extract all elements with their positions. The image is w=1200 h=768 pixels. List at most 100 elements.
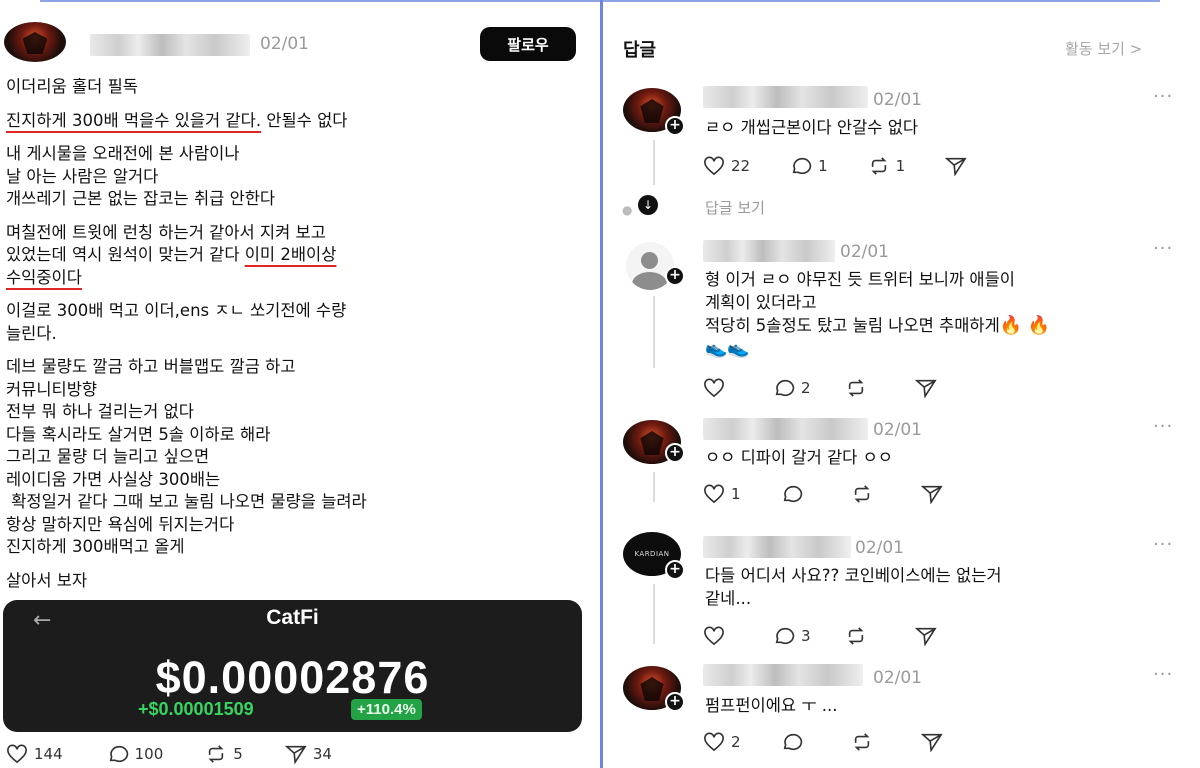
more-options-icon[interactable]: ··· bbox=[1153, 534, 1173, 555]
more-options-icon[interactable]: ··· bbox=[1153, 238, 1173, 259]
post-actions: 144 100 5 34 bbox=[6, 744, 332, 765]
reply-line: ㅇㅇ 디파이 갈거 같다 ㅇㅇ bbox=[705, 448, 893, 467]
comment-count: 100 bbox=[134, 745, 164, 763]
reply-author-blurred[interactable] bbox=[703, 536, 851, 558]
post-line: 있었는데 역시 원석이 맞는거 같다 이미 2배이상 bbox=[6, 244, 586, 267]
repost-button[interactable] bbox=[851, 732, 873, 752]
more-options-icon[interactable]: ··· bbox=[1153, 664, 1173, 685]
view-replies-link[interactable]: 답글 보기 bbox=[705, 197, 765, 218]
comment-button[interactable]: 3 bbox=[773, 626, 811, 646]
reply-date: 02/01 bbox=[873, 668, 922, 688]
like-button[interactable]: 144 bbox=[6, 744, 63, 764]
like-count: 144 bbox=[34, 745, 63, 763]
comment-count: 2 bbox=[801, 379, 811, 397]
share-button[interactable] bbox=[944, 156, 967, 177]
share-button[interactable] bbox=[914, 626, 937, 647]
comment-icon bbox=[790, 156, 812, 176]
main-post: 02/01 팔로우 이더리움 홀더 필독 진지하게 300배 먹을수 있을거 같… bbox=[0, 0, 600, 768]
post-line: 이더리움 홀더 필독 bbox=[6, 77, 138, 96]
follow-button[interactable]: 팔로우 bbox=[480, 27, 576, 61]
underlined-text: 수익중이다 bbox=[6, 267, 82, 287]
repost-button[interactable]: 5 bbox=[205, 744, 243, 764]
repost-icon bbox=[868, 156, 890, 176]
reply-line: 형 이거 ㄹㅇ 야무진 듯 트위터 보니까 애들이 bbox=[705, 270, 1015, 289]
like-button[interactable]: 1 bbox=[703, 484, 741, 504]
post-line: 전부 뭐 하나 걸리는거 없다 bbox=[6, 402, 194, 421]
heart-icon bbox=[703, 626, 725, 646]
follow-plus-icon[interactable]: + bbox=[665, 560, 685, 580]
share-button[interactable] bbox=[914, 378, 937, 399]
repost-icon bbox=[845, 626, 867, 646]
reply-date: 02/01 bbox=[840, 242, 889, 262]
post-line: 항상 말하지만 욕심에 뒤지는거다 bbox=[6, 514, 235, 534]
replies-panel: 답글 활동 보기 > + 02/01 ··· ㄹㅇ 개씹근본이다 안갈수 없다 … bbox=[603, 0, 1200, 768]
author-name-blurred[interactable] bbox=[90, 34, 250, 56]
reply-line: 펌프펀이에요 ㅜ ... bbox=[705, 696, 838, 715]
post-line: 이걸로 300배 먹고 이더,ens ㅈㄴ 쏘기전에 수량 bbox=[6, 301, 347, 320]
price-card-image[interactable]: ← CatFi $0.00002876 +$0.00001509 +110.4% bbox=[3, 600, 582, 732]
more-options-icon[interactable]: ··· bbox=[1153, 416, 1173, 437]
follow-plus-icon[interactable]: + bbox=[665, 116, 685, 136]
token-ticker: CatFi bbox=[266, 606, 319, 629]
reply-author-blurred[interactable] bbox=[703, 418, 868, 440]
follow-plus-icon[interactable]: + bbox=[665, 692, 685, 712]
follow-plus-icon[interactable]: + bbox=[665, 443, 685, 463]
underlined-text: 이미 2배이상 bbox=[244, 245, 337, 264]
like-button[interactable] bbox=[703, 378, 725, 398]
reply-date: 02/01 bbox=[873, 90, 922, 110]
repost-button[interactable] bbox=[845, 626, 867, 646]
repost-button[interactable] bbox=[851, 484, 873, 504]
share-button[interactable] bbox=[920, 484, 943, 505]
post-line: 확정일거 같다 그때 보고 눌림 나오면 물량을 늘려라 bbox=[6, 492, 367, 511]
comment-count: 1 bbox=[818, 157, 828, 175]
reply-date: 02/01 bbox=[873, 420, 922, 440]
repost-button[interactable] bbox=[845, 378, 867, 398]
comment-button[interactable]: 2 bbox=[773, 378, 811, 398]
reply-author-blurred[interactable] bbox=[703, 86, 868, 108]
send-icon bbox=[920, 484, 943, 505]
reply-text: 형 이거 ㄹㅇ 야무진 듯 트위터 보니까 애들이 계획이 있더라고 적당히 5… bbox=[705, 268, 1050, 337]
post-line: 내 게시물을 오래전에 본 사람이나 bbox=[6, 144, 240, 163]
reply-line: 같네... bbox=[705, 589, 752, 608]
like-count: 22 bbox=[731, 157, 751, 175]
repost-icon bbox=[851, 484, 873, 504]
post-date: 02/01 bbox=[260, 34, 309, 54]
send-icon bbox=[914, 626, 937, 647]
comment-button[interactable] bbox=[781, 484, 803, 504]
heart-icon bbox=[703, 378, 725, 398]
like-button[interactable] bbox=[703, 626, 725, 646]
comment-button[interactable]: 100 bbox=[107, 744, 164, 764]
reply-author-blurred[interactable] bbox=[703, 240, 835, 262]
like-button[interactable]: 22 bbox=[703, 156, 750, 176]
shoe-emoji-icon: 👟👟 bbox=[705, 338, 750, 359]
follow-plus-icon[interactable]: + bbox=[665, 266, 685, 286]
thread-line bbox=[653, 296, 655, 368]
replies-title: 답글 bbox=[623, 40, 657, 61]
expand-replies-icon[interactable]: ↓ bbox=[638, 195, 658, 215]
share-button[interactable]: 34 bbox=[284, 744, 332, 765]
more-options-icon[interactable]: ··· bbox=[1153, 86, 1173, 107]
post-text: 있었는데 역시 원석이 맞는거 같다 bbox=[6, 245, 245, 264]
comment-icon bbox=[773, 626, 795, 646]
post-line: 진지하게 300배 먹을수 있을거 같다. 안될수 없다 bbox=[6, 110, 586, 133]
author-avatar[interactable] bbox=[4, 22, 66, 62]
heart-icon bbox=[703, 156, 725, 176]
comment-button[interactable]: 1 bbox=[790, 156, 828, 176]
like-button[interactable]: 2 bbox=[703, 732, 741, 752]
post-body: 이더리움 홀더 필독 진지하게 300배 먹을수 있을거 같다. 안될수 없다 … bbox=[6, 76, 586, 603]
repost-icon bbox=[845, 378, 867, 398]
comment-count: 3 bbox=[801, 627, 811, 645]
comment-button[interactable] bbox=[781, 732, 803, 752]
reply-author-blurred[interactable] bbox=[703, 664, 863, 686]
reply-line: 계획이 있더라고 bbox=[705, 293, 817, 312]
post-line: 진지하게 300배먹고 올게 bbox=[6, 537, 185, 556]
reply-date: 02/01 bbox=[855, 538, 904, 558]
reply-text: 펌프펀이에요 ㅜ ... bbox=[705, 694, 837, 717]
send-icon bbox=[284, 744, 307, 765]
post-line: 날 아는 사람은 알거다 bbox=[6, 166, 159, 186]
repost-button[interactable]: 1 bbox=[868, 156, 905, 176]
activity-link[interactable]: 활동 보기 > bbox=[1065, 38, 1142, 59]
reply-line-text: 적당히 5솔정도 탔고 눌림 나오면 추매하게 bbox=[705, 316, 1000, 335]
share-button[interactable] bbox=[920, 732, 943, 753]
fire-emoji-icon: 🔥 🔥 bbox=[999, 315, 1051, 336]
